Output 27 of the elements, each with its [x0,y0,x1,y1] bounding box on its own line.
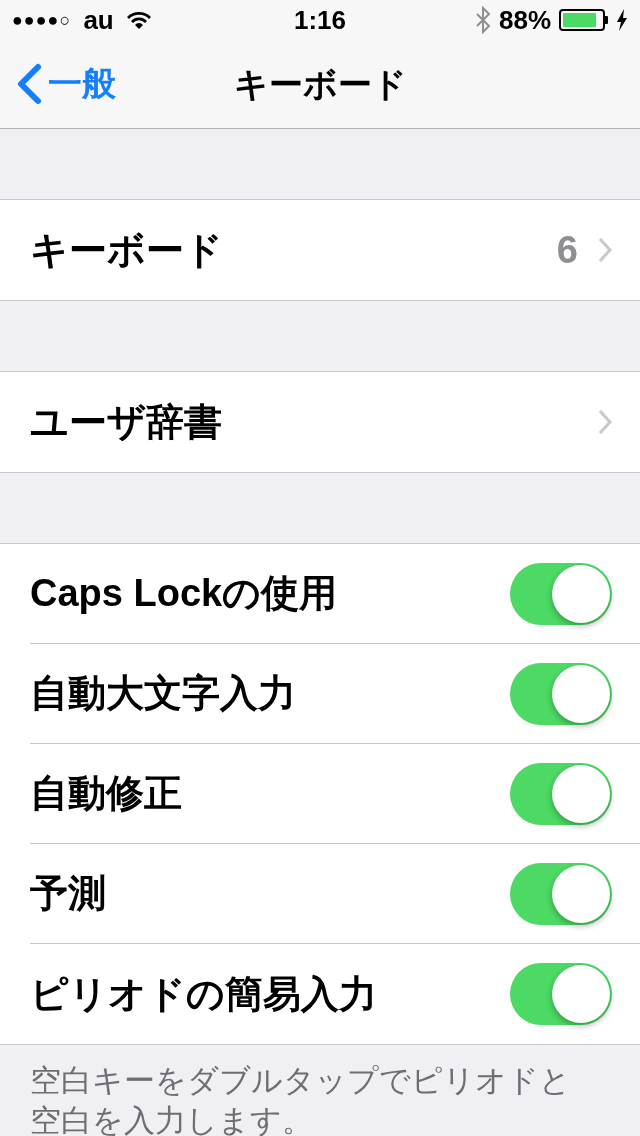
toggle-switch[interactable] [510,963,612,1025]
screen-title: キーボード [233,63,407,105]
charging-icon [616,9,628,31]
battery-percentage: 88% [498,3,551,37]
back-chevron-icon [16,62,42,105]
toggle-switch[interactable] [510,862,612,925]
setting-label: ピリオドの簡易入力 [30,971,378,1017]
toggle-switch[interactable] [510,762,612,825]
chevron-icon [598,409,612,435]
setting-label: Caps Lockの使用 [30,571,339,616]
toggle-switch[interactable] [510,662,612,725]
setting-value: 6 [556,227,578,273]
setting-label: 予測 [30,871,107,916]
carrier-name: au [83,3,114,37]
setting-label: 自動修正 [30,771,183,816]
setting-label: キーボード [30,227,224,273]
setting-label: 自動大文字入力 [30,671,297,716]
clock-time: 1:16 [294,3,347,37]
bluetooth-icon [474,6,491,34]
wifi-icon [125,10,152,30]
back-button[interactable]: 一般 [16,58,116,109]
signal-strength: ●●●●○ [12,8,72,32]
toggle-switch[interactable] [510,562,612,625]
battery-icon [559,9,608,31]
chevron-icon [598,237,612,263]
setting-label: ユーザ辞書 [30,399,223,445]
footer-note: 空白キーをダブルタップでピリオドと空白を入力します。 [29,1062,572,1136]
